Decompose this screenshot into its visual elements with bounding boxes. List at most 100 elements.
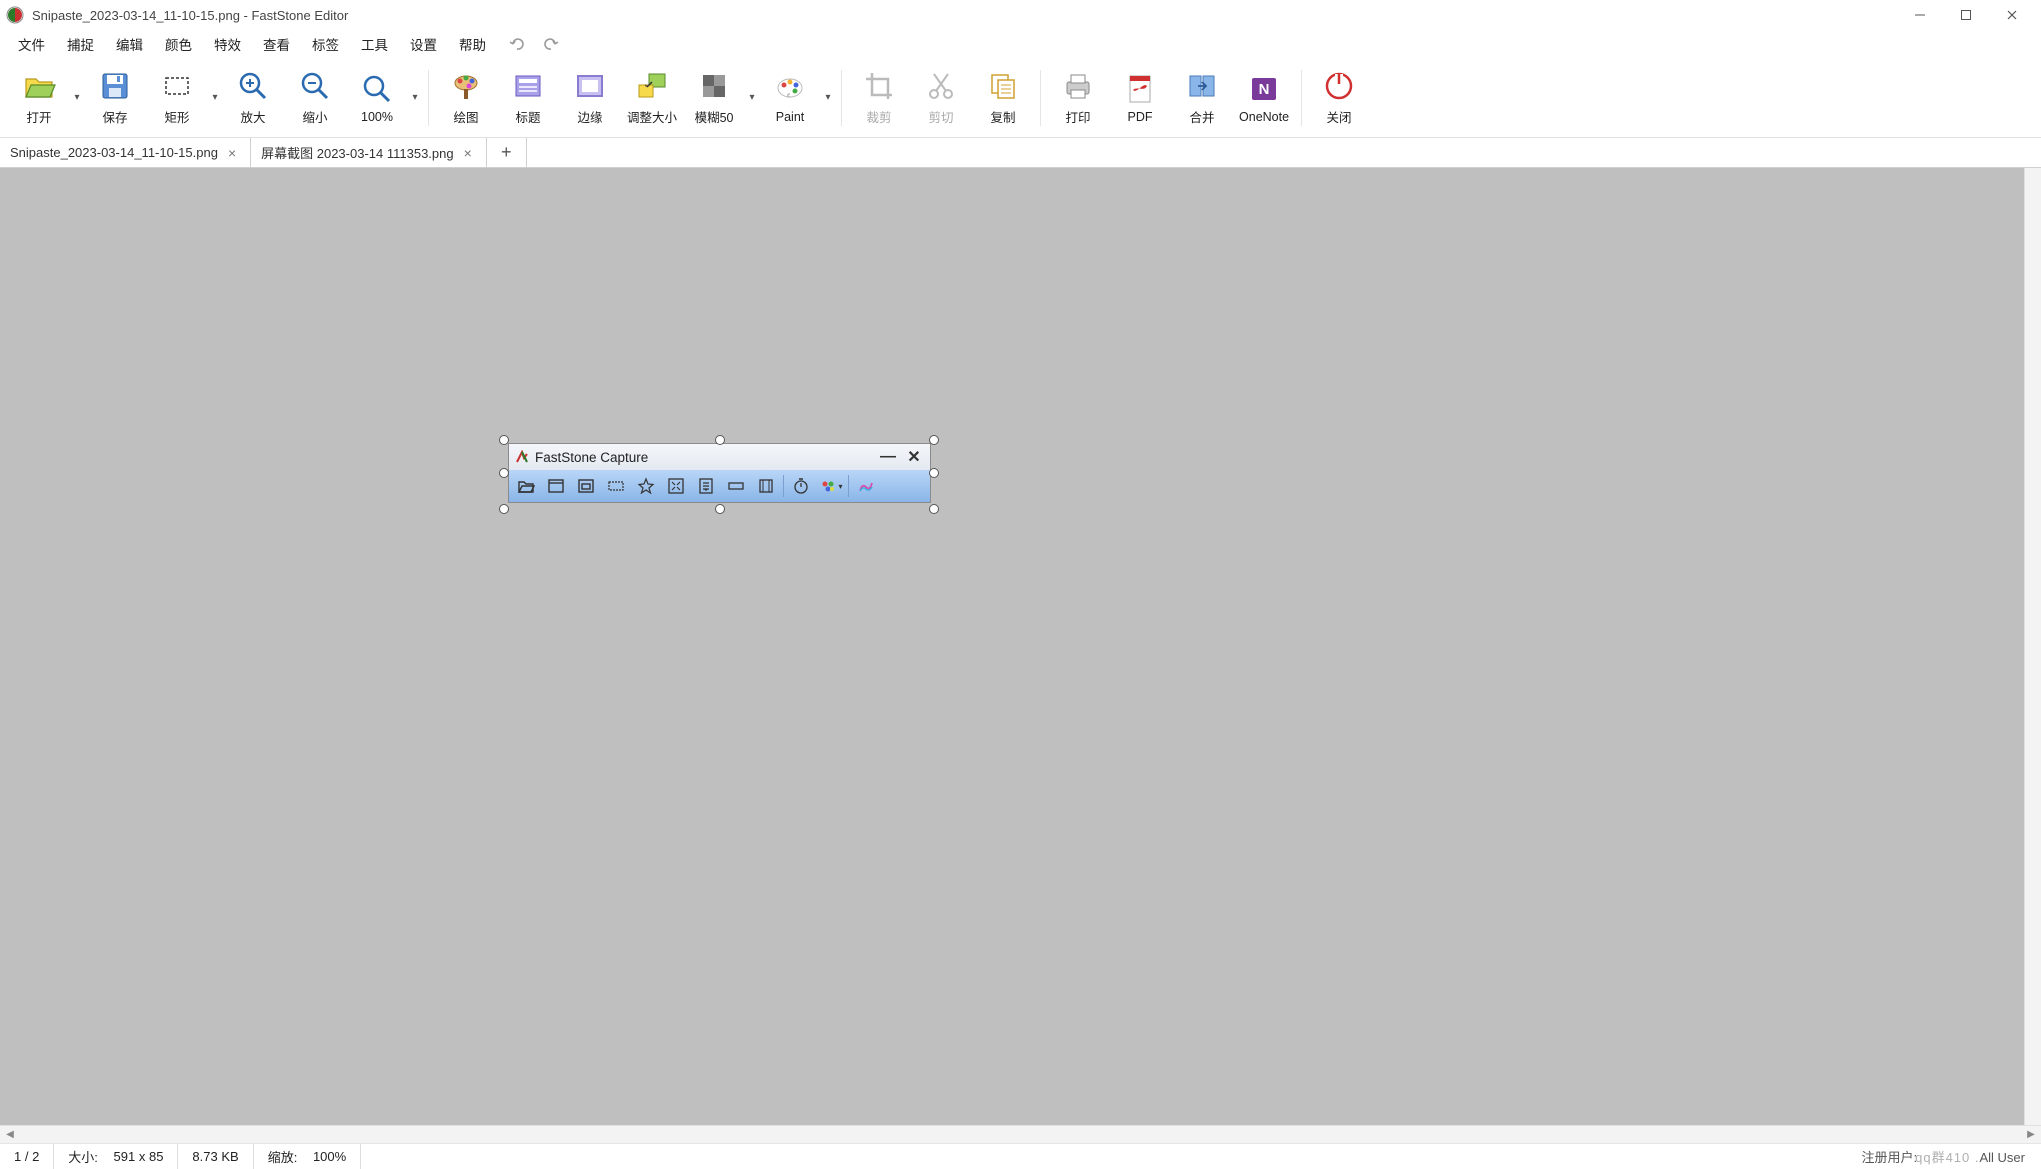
menubar: 文件 捕捉 编辑 颜色 特效 查看 标签 工具 设置 帮助: [0, 30, 2041, 58]
window-title: Snipaste_2023-03-14_11-10-15.png - FastS…: [32, 8, 1897, 23]
close-button[interactable]: 关闭: [1308, 62, 1370, 134]
tab-1-label: Snipaste_2023-03-14_11-10-15.png: [10, 145, 218, 160]
vertical-scrollbar[interactable]: [2024, 168, 2041, 1125]
merge-icon: [1185, 69, 1219, 103]
toolbar-separator: [428, 70, 429, 126]
horizontal-scrollbar[interactable]: ◀ ▶: [0, 1125, 2041, 1143]
pdf-button[interactable]: PDF: [1109, 62, 1171, 134]
app-icon: [6, 6, 24, 24]
faststone-titlebar: FastStone Capture — ✕: [509, 444, 930, 470]
onenote-label: OneNote: [1239, 110, 1289, 124]
menu-color[interactable]: 颜色: [155, 30, 202, 58]
handle-nw[interactable]: [499, 435, 509, 445]
canvas-area[interactable]: FastStone Capture — ✕ ▾: [0, 168, 2041, 1125]
onenote-icon: N: [1247, 72, 1281, 106]
draw-icon: [449, 69, 483, 103]
caption-button[interactable]: 标题: [497, 62, 559, 134]
status-filesize: 8.73 KB: [178, 1144, 253, 1169]
menu-capture[interactable]: 捕捉: [57, 30, 104, 58]
print-label: 打印: [1066, 107, 1091, 126]
fs-settings-icon: ▾: [818, 474, 844, 498]
window-controls: [1897, 0, 2035, 30]
handle-se[interactable]: [929, 504, 939, 514]
edge-icon: [573, 69, 607, 103]
caption-icon: [511, 69, 545, 103]
redo-icon[interactable]: [538, 32, 564, 56]
zoomin-button[interactable]: 放大: [222, 62, 284, 134]
scroll-right-icon[interactable]: ▶: [2023, 1128, 2039, 1142]
fs-window-icon: [543, 474, 569, 498]
fs-scroll-icon: [693, 474, 719, 498]
paint-icon: [773, 72, 807, 106]
tab-2[interactable]: 屏幕截图 2023-03-14 111353.png ×: [251, 138, 487, 167]
toolbar-separator: [1040, 70, 1041, 126]
zoom100-button[interactable]: 100%: [346, 62, 408, 134]
status-registration: 注册用户:qq群410 .All User: [1861, 1147, 2031, 1166]
status-zoom: 缩放: 100%: [254, 1144, 362, 1169]
faststone-minimize-icon: —: [878, 448, 898, 466]
crop-icon: [862, 69, 896, 103]
crop-label: 裁剪: [867, 107, 892, 126]
handle-ne[interactable]: [929, 435, 939, 445]
paint-button[interactable]: Paint: [759, 62, 821, 134]
close-icon: [1322, 69, 1356, 103]
edge-label: 边缘: [577, 107, 602, 126]
svg-text:N: N: [1259, 81, 1270, 98]
save-label: 保存: [102, 107, 127, 126]
print-button[interactable]: 打印: [1047, 62, 1109, 134]
handle-sw[interactable]: [499, 504, 509, 514]
blur-button[interactable]: 模糊50: [683, 62, 745, 134]
menu-view[interactable]: 查看: [253, 30, 300, 58]
tabstrip: Snipaste_2023-03-14_11-10-15.png × 屏幕截图 …: [0, 138, 2041, 168]
edge-button[interactable]: 边缘: [559, 62, 621, 134]
fs-separator-2: [848, 475, 849, 497]
menu-effect[interactable]: 特效: [204, 30, 251, 58]
new-tab-button[interactable]: +: [487, 138, 527, 167]
merge-button[interactable]: 合并: [1171, 62, 1233, 134]
zoomin-icon: [236, 69, 270, 103]
onenote-button[interactable]: N OneNote: [1233, 62, 1295, 134]
zoomout-icon: [298, 69, 332, 103]
handle-e[interactable]: [929, 468, 939, 478]
tab-1-close-icon[interactable]: ×: [228, 145, 236, 161]
tab-1[interactable]: Snipaste_2023-03-14_11-10-15.png ×: [0, 138, 251, 167]
print-icon: [1061, 69, 1095, 103]
draw-button[interactable]: 绘图: [435, 62, 497, 134]
blur-dropdown[interactable]: ▾: [745, 70, 759, 126]
zoomout-button[interactable]: 缩小: [284, 62, 346, 134]
minimize-button[interactable]: [1897, 0, 1943, 30]
paint-dropdown[interactable]: ▾: [821, 70, 835, 126]
menu-edit[interactable]: 编辑: [106, 30, 153, 58]
handle-w[interactable]: [499, 468, 509, 478]
fs-freehand-icon: [633, 474, 659, 498]
open-dropdown[interactable]: ▾: [70, 70, 84, 126]
rect-dropdown[interactable]: ▾: [208, 70, 222, 126]
maximize-button[interactable]: [1943, 0, 1989, 30]
toolbar-separator: [1301, 70, 1302, 126]
menu-file[interactable]: 文件: [8, 30, 55, 58]
rect-button[interactable]: 矩形: [146, 62, 208, 134]
fs-fixed-icon: [723, 474, 749, 498]
tab-2-close-icon[interactable]: ×: [464, 145, 472, 161]
close-window-button[interactable]: [1989, 0, 2035, 30]
titlebar: Snipaste_2023-03-14_11-10-15.png - FastS…: [0, 0, 2041, 30]
open-button[interactable]: 打开: [8, 62, 70, 134]
scroll-left-icon[interactable]: ◀: [2, 1128, 18, 1142]
save-button[interactable]: 保存: [84, 62, 146, 134]
faststone-toolbar: ▾: [509, 470, 930, 502]
embedded-image[interactable]: FastStone Capture — ✕ ▾: [508, 443, 931, 503]
menu-help[interactable]: 帮助: [449, 30, 496, 58]
handle-n[interactable]: [715, 435, 725, 445]
menu-settings[interactable]: 设置: [400, 30, 447, 58]
resize-button[interactable]: 调整大小: [621, 62, 683, 134]
merge-label: 合并: [1190, 107, 1215, 126]
fs-open-icon: [513, 474, 539, 498]
zoom100-dropdown[interactable]: ▾: [408, 70, 422, 126]
close-label: 关闭: [1327, 107, 1352, 126]
undo-icon[interactable]: [504, 32, 530, 56]
menu-tool[interactable]: 工具: [351, 30, 398, 58]
copy-button[interactable]: 复制: [972, 62, 1034, 134]
menu-tag[interactable]: 标签: [302, 30, 349, 58]
copy-label: 复制: [991, 107, 1016, 126]
handle-s[interactable]: [715, 504, 725, 514]
